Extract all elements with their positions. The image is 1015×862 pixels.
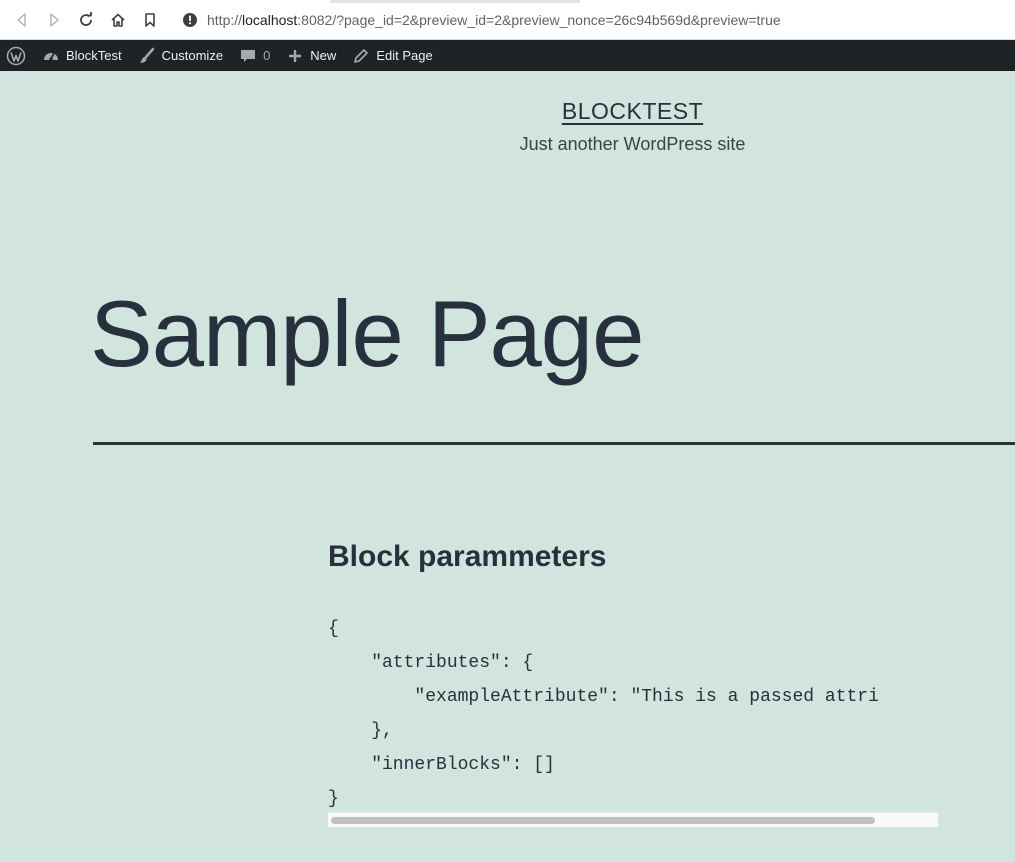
url-rest: :8082/?page_id=2&preview_id=2&preview_no… <box>297 12 781 28</box>
wordpress-logo-icon <box>6 46 26 65</box>
url-prefix: http:// <box>207 12 243 28</box>
edit-page-label: Edit Page <box>376 48 433 63</box>
page-title: Sample Page <box>90 281 644 386</box>
site-name-label: BlockTest <box>66 48 122 63</box>
home-icon <box>111 13 125 27</box>
browser-toolbar: http://localhost:8082/?page_id=2&preview… <box>0 0 1015 40</box>
active-tab-indicator <box>330 0 580 3</box>
home-button[interactable] <box>106 8 130 32</box>
customize-label: Customize <box>161 48 224 63</box>
site-title-link[interactable]: BLOCKTEST <box>0 98 1015 125</box>
comment-icon <box>241 49 256 62</box>
code-line: "exampleAttribute": "This is a passed at… <box>328 687 879 707</box>
title-separator <box>93 442 1015 445</box>
code-block: { "attributes": { "exampleAttribute": "T… <box>328 612 938 828</box>
address-bar[interactable]: http://localhost:8082/?page_id=2&preview… <box>172 5 1015 35</box>
edit-page-button[interactable]: Edit Page <box>344 40 440 71</box>
code-line: } <box>328 789 339 809</box>
bookmark-icon <box>145 13 155 27</box>
code-line: "innerBlocks": [] <box>328 755 555 775</box>
scrollbar-thumb[interactable] <box>331 817 875 824</box>
url-text[interactable]: http://localhost:8082/?page_id=2&preview… <box>207 12 781 28</box>
pencil-icon <box>354 48 369 63</box>
code-line: }, <box>328 721 393 741</box>
paintbrush-icon <box>139 47 154 63</box>
customize-button[interactable]: Customize <box>130 40 231 71</box>
forward-icon <box>50 13 59 27</box>
new-label: New <box>310 48 337 63</box>
bookmark-button[interactable] <box>138 8 162 32</box>
back-button[interactable] <box>10 8 34 32</box>
info-icon[interactable] <box>182 12 198 28</box>
new-content-button[interactable]: New <box>278 40 344 71</box>
comments-button[interactable]: 0 <box>231 40 278 71</box>
wp-admin-bar: BlockTest Customize 0 New Edit Page <box>0 40 1015 71</box>
wordpress-logo-button[interactable] <box>0 40 34 71</box>
horizontal-scrollbar[interactable] <box>328 812 938 827</box>
block-heading: Block parammeters <box>328 540 607 573</box>
reload-icon <box>80 12 92 26</box>
plus-icon <box>289 49 302 62</box>
site-description: Just another WordPress site <box>519 134 746 154</box>
comments-count: 0 <box>263 48 271 63</box>
code-line: "attributes": { <box>328 653 534 673</box>
url-host: localhost <box>242 12 298 28</box>
code-line: { <box>328 619 339 639</box>
reload-button[interactable] <box>74 8 98 32</box>
dashboard-icon <box>44 52 58 61</box>
site-name-menu[interactable]: BlockTest <box>34 40 130 71</box>
forward-button[interactable] <box>42 8 66 32</box>
back-icon <box>17 13 26 27</box>
code-content: { "attributes": { "exampleAttribute": "T… <box>328 612 938 816</box>
